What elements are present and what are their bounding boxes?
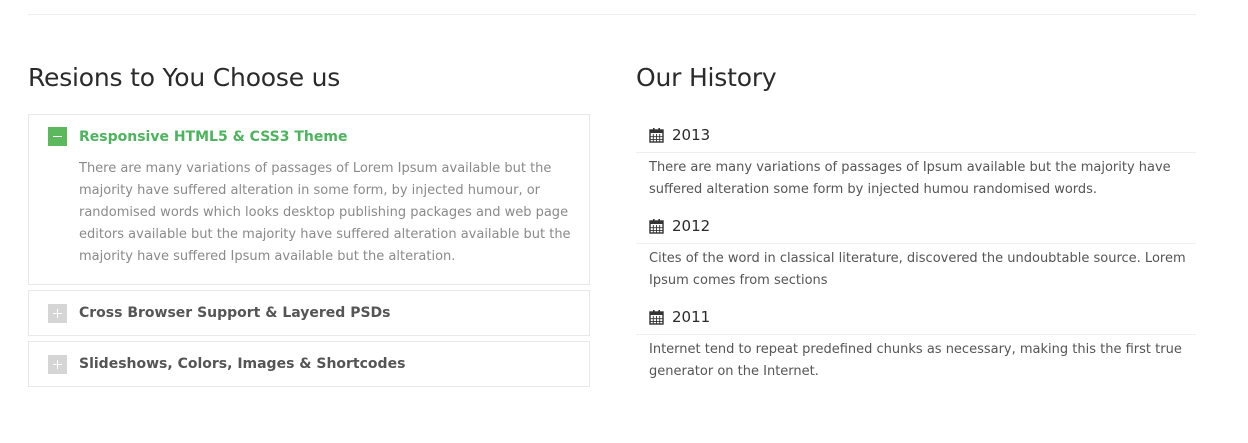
history-year: 2011 [672,308,711,326]
calendar-icon [649,219,664,234]
accordion-item-cross-browser: Cross Browser Support & Layered PSDs [28,290,590,336]
choose-us-section: Resions to You Choose us Responsive HTML… [28,60,590,392]
history-section: Our History 2013 There are many variatio… [636,60,1196,391]
calendar-icon [649,310,664,325]
history-year: 2013 [672,126,711,144]
top-divider [28,14,1196,15]
accordion-header-slideshows[interactable]: Slideshows, Colors, Images & Shortcodes [29,342,589,386]
choose-us-title: Resions to You Choose us [28,63,341,92]
history-year-row: 2012 [636,209,1196,244]
history-entry: 2013 There are many variations of passag… [636,118,1196,209]
accordion-header-responsive[interactable]: Responsive HTML5 & CSS3 Theme [29,115,589,158]
history-text: Cites of the word in classical literatur… [649,251,1186,288]
history-title: Our History [636,63,777,92]
history-entry: 2011 Internet tend to repeat predefined … [636,300,1196,391]
accordion-title: Slideshows, Colors, Images & Shortcodes [79,356,406,372]
accordion-body: There are many variations of passages of… [79,161,571,264]
history-entry: 2012 Cites of the word in classical lite… [636,209,1196,300]
history-text: Internet tend to repeat predefined chunk… [649,342,1182,379]
accordion-header-cross-browser[interactable]: Cross Browser Support & Layered PSDs [29,291,589,335]
history-year-row: 2013 [636,118,1196,153]
features-accordion: Responsive HTML5 & CSS3 Theme There are … [28,114,590,387]
plus-icon[interactable] [48,303,67,323]
calendar-icon [649,128,664,143]
accordion-title: Cross Browser Support & Layered PSDs [79,305,391,321]
minus-icon[interactable] [48,127,67,146]
accordion-title: Responsive HTML5 & CSS3 Theme [79,128,348,145]
history-text: There are many variations of passages of… [649,160,1171,197]
plus-icon[interactable] [48,354,67,374]
history-year: 2012 [672,217,711,235]
accordion-item-slideshows: Slideshows, Colors, Images & Shortcodes [28,341,590,387]
accordion-item-responsive: Responsive HTML5 & CSS3 Theme There are … [28,114,590,285]
history-list: 2013 There are many variations of passag… [636,118,1196,391]
history-year-row: 2011 [636,300,1196,335]
